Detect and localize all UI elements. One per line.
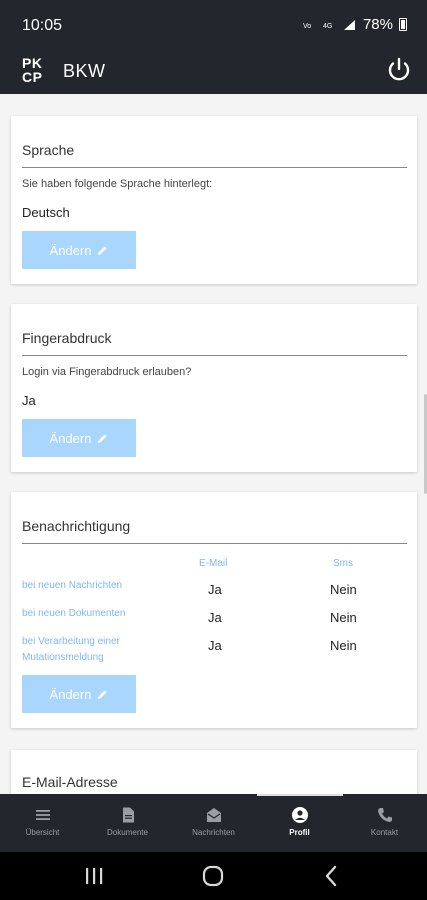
pencil-icon xyxy=(98,245,108,255)
battery-icon xyxy=(399,18,407,31)
notification-title: Benachrichtigung xyxy=(22,518,131,534)
divider xyxy=(22,543,407,544)
power-icon[interactable] xyxy=(385,56,413,84)
edit-notification-label: Ändern xyxy=(49,686,92,702)
back-icon[interactable] xyxy=(318,864,346,888)
network-icon: 4G xyxy=(323,23,332,30)
volte-icon: Vo xyxy=(303,23,311,30)
app-title: BKW xyxy=(63,61,106,81)
mail-open-icon xyxy=(206,808,221,822)
user-circle-icon xyxy=(291,807,308,823)
notif-row-sms: Nein xyxy=(330,582,357,597)
pencil-icon xyxy=(98,433,108,443)
profile-content[interactable]: Sprache Sie haben folgende Sprache hinte… xyxy=(0,94,427,794)
nav-label: Dokumente xyxy=(107,828,148,837)
document-icon xyxy=(122,807,134,823)
notif-row-label: bei neuen Dokumenten xyxy=(22,608,126,619)
status-time: 10:05 xyxy=(22,17,63,34)
notification-card: Benachrichtigung E-Mail Sms bei neuen Na… xyxy=(11,492,417,728)
recent-apps-icon[interactable] xyxy=(80,864,108,888)
notif-row-email: Ja xyxy=(208,610,222,625)
edit-language-label: Ändern xyxy=(49,242,92,258)
nav-item-nachrichten[interactable]: Nachrichten xyxy=(171,794,256,852)
svg-text:4G: 4G xyxy=(323,23,332,30)
home-icon[interactable] xyxy=(199,864,227,888)
notif-row-email: Ja xyxy=(208,582,222,597)
status-bar: 10:05 Vo 4G 78% xyxy=(0,0,427,52)
edit-fingerprint-label: Ändern xyxy=(49,430,92,446)
notif-row-email: Ja xyxy=(208,638,222,653)
divider xyxy=(22,167,407,168)
email-address-title: E-Mail-Adresse xyxy=(22,774,118,790)
fingerprint-label: Login via Fingerabdruck erlauben? xyxy=(22,366,192,378)
language-value: Deutsch xyxy=(22,205,70,220)
nav-item-kontakt[interactable]: Kontakt xyxy=(342,794,427,852)
signal-icon xyxy=(343,19,355,30)
bottom-navigation: Übersicht Dokumente Nachrichten Profil K… xyxy=(0,794,427,852)
pencil-icon xyxy=(98,689,108,699)
notif-row-sms: Nein xyxy=(330,610,357,625)
divider xyxy=(22,355,407,356)
notif-row-label: bei neuen Nachrichten xyxy=(22,580,123,591)
language-title: Sprache xyxy=(22,142,75,158)
nav-label: Nachrichten xyxy=(192,828,235,837)
sms-column-header: Sms xyxy=(333,558,353,569)
fingerprint-card: Fingerabdruck Login via Fingerabdruck er… xyxy=(11,304,417,472)
nav-item-uebersicht[interactable]: Übersicht xyxy=(0,794,85,852)
status-icons: Vo 4G 78% xyxy=(303,16,407,33)
edit-notification-button[interactable]: Ändern xyxy=(22,675,136,713)
fingerprint-title: Fingerabdruck xyxy=(22,330,112,346)
fingerprint-value: Ja xyxy=(22,393,36,408)
notif-row-label: bei Verarbeitung einer Mutationsmeldung xyxy=(22,636,120,663)
language-label: Sie haben folgende Sprache hinterlegt: xyxy=(22,178,213,190)
nav-label: Übersicht xyxy=(25,828,60,837)
system-navigation-bar xyxy=(0,852,427,900)
notif-row-sms: Nein xyxy=(330,638,357,653)
email-column-header: E-Mail xyxy=(199,558,228,569)
menu-icon xyxy=(35,810,50,820)
nav-label: Profil xyxy=(289,828,310,837)
nav-label: Kontakt xyxy=(370,828,399,837)
email-address-card: E-Mail-Adresse xyxy=(11,750,417,794)
edit-language-button[interactable]: Ändern xyxy=(22,231,136,269)
logo-line-2: CP xyxy=(22,69,43,85)
pkcp-logo: PK CP xyxy=(22,56,46,84)
logo-line-1: PK xyxy=(22,55,43,71)
app-bar: PK CP BKW xyxy=(0,52,427,94)
nav-item-profil[interactable]: Profil xyxy=(257,794,342,852)
edit-fingerprint-button[interactable]: Ändern xyxy=(22,419,136,457)
battery-percent: 78% xyxy=(362,16,393,33)
svg-text:Vo: Vo xyxy=(303,23,311,30)
phone-icon xyxy=(377,808,392,822)
language-card: Sprache Sie haben folgende Sprache hinte… xyxy=(11,116,417,284)
nav-item-dokumente[interactable]: Dokumente xyxy=(85,794,170,852)
